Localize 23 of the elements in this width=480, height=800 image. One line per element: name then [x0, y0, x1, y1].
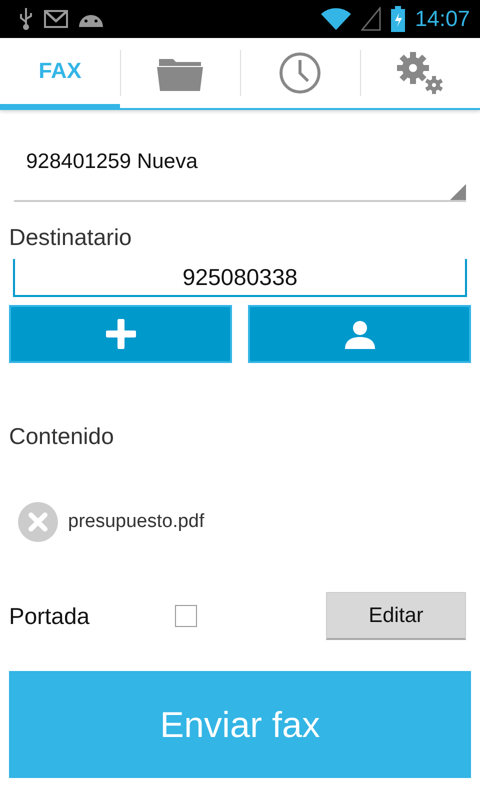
signal-icon [360, 7, 381, 31]
recipient-input[interactable]: 925080338 [13, 259, 467, 297]
plus-icon [106, 319, 136, 349]
cover-checkbox[interactable] [175, 605, 197, 627]
add-button[interactable] [9, 305, 232, 363]
usb-icon [18, 8, 34, 30]
gears-tab[interactable] [360, 38, 480, 110]
battery-icon [390, 6, 405, 32]
recipient-label: Destinatario [9, 224, 133, 251]
person-icon [344, 319, 376, 349]
status-time: 14:07 [414, 6, 470, 32]
clock-tab[interactable] [240, 38, 360, 110]
mail-icon [44, 10, 68, 28]
edit-button[interactable]: Editar [326, 592, 466, 640]
gears-icon [396, 51, 444, 95]
dropdown-triangle-icon [450, 184, 466, 200]
contact-button[interactable] [248, 305, 471, 363]
wifi-icon [320, 7, 351, 31]
clock-icon [279, 52, 321, 94]
folder-tab[interactable] [120, 38, 240, 110]
cover-label: Portada [9, 602, 91, 630]
file-name: presupuesto.pdf [68, 511, 204, 533]
content-label: Contenido [9, 423, 115, 450]
